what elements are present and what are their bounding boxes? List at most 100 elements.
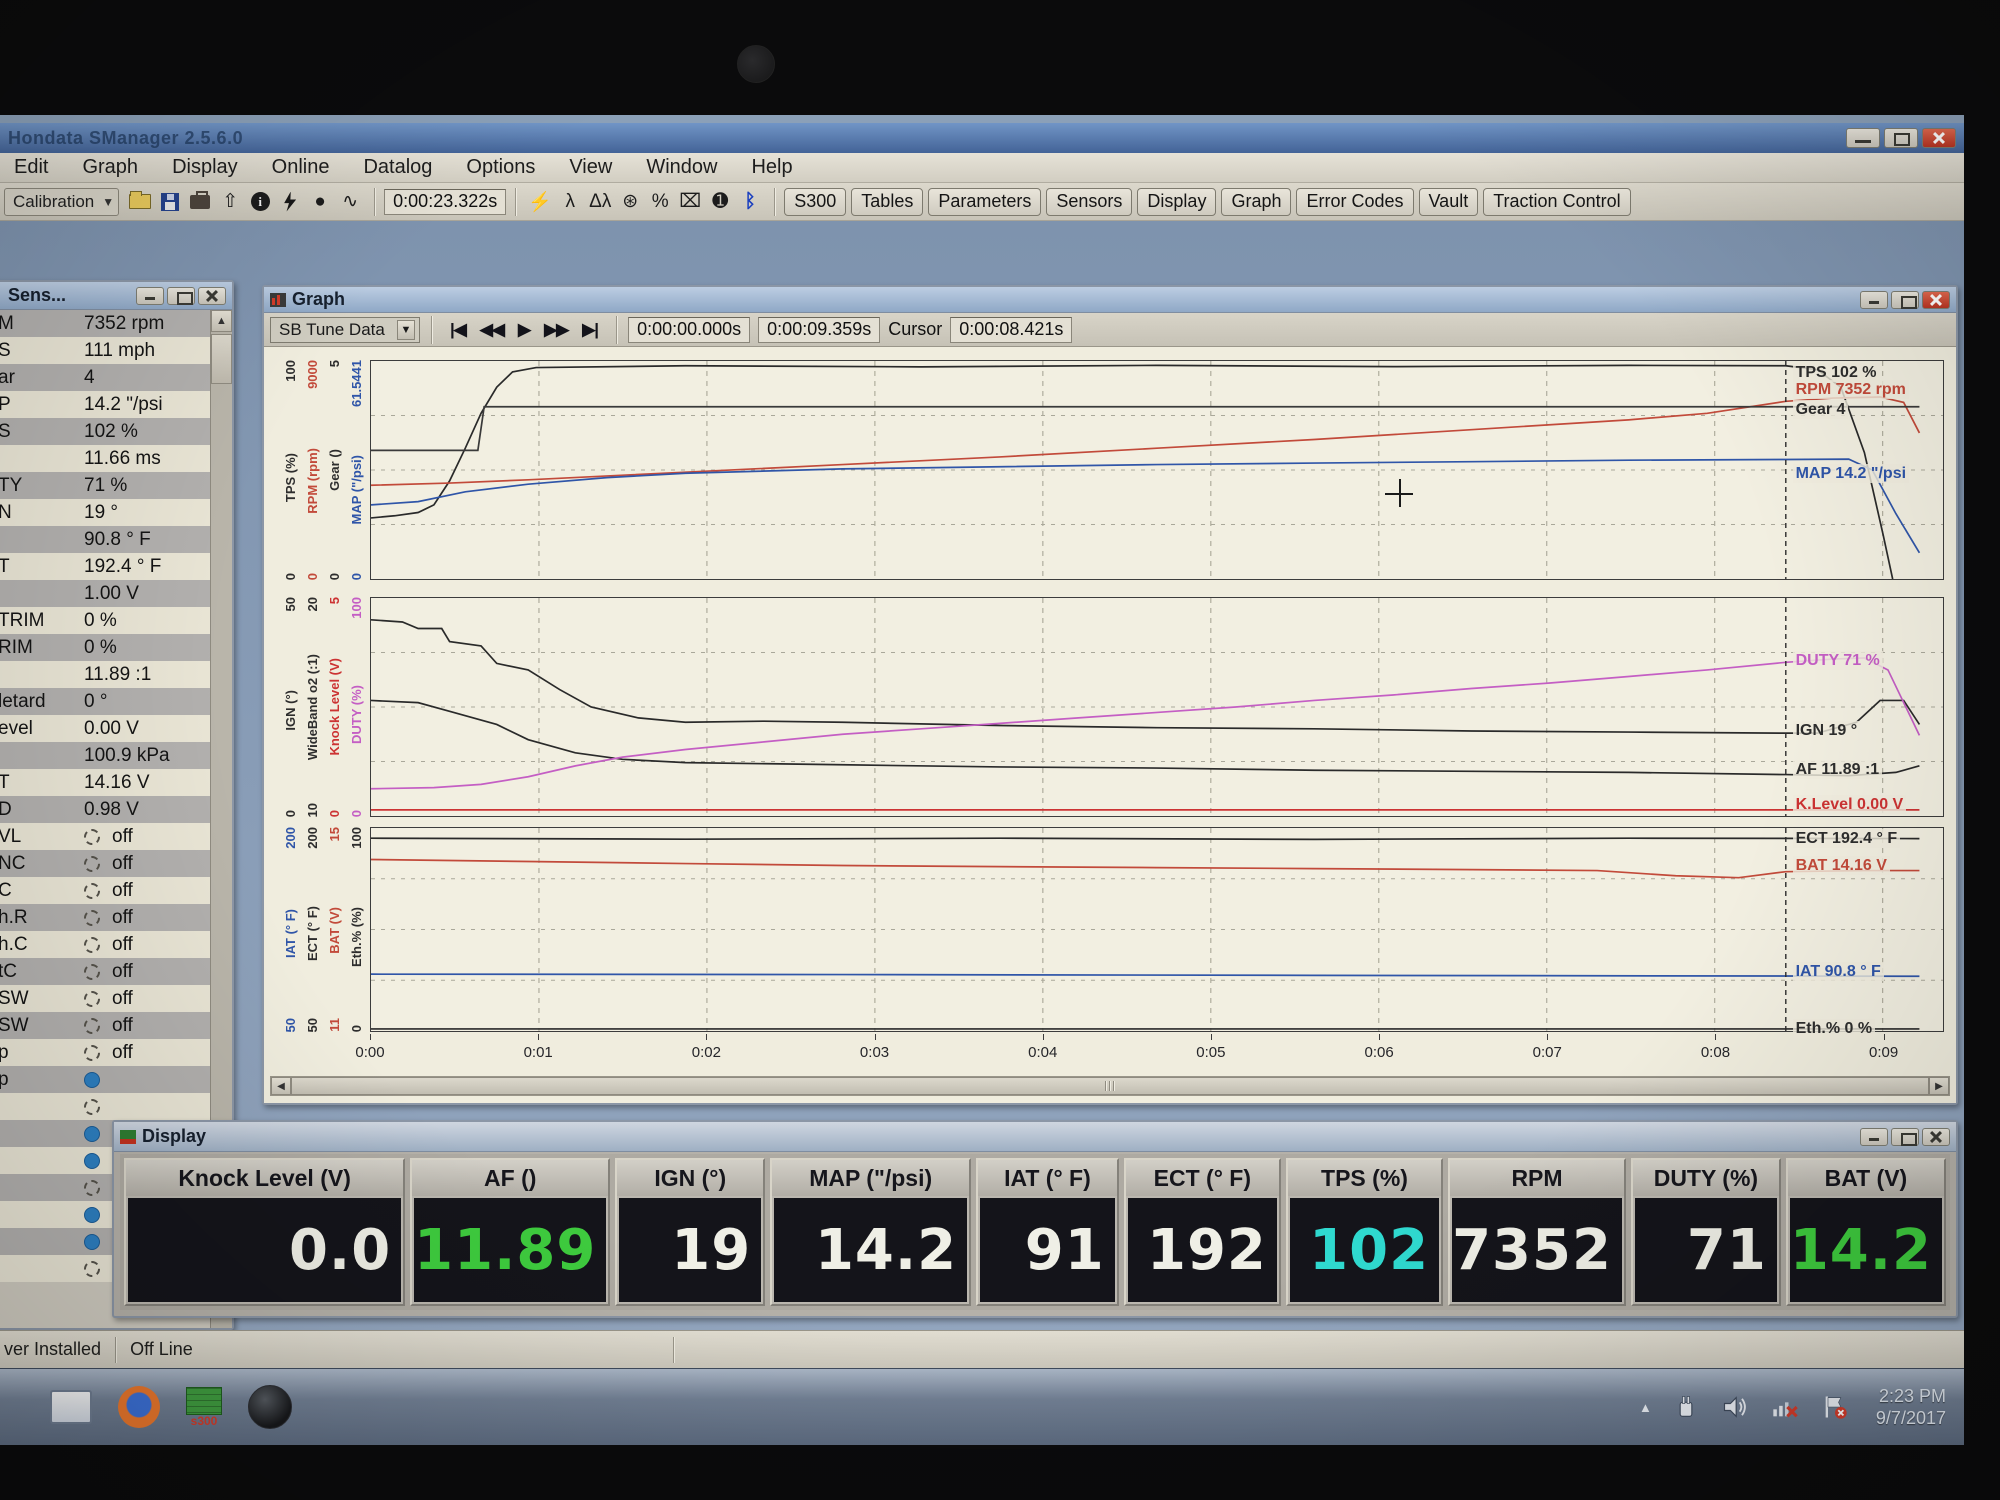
menu-item-graph[interactable]: Graph bbox=[82, 156, 138, 179]
graph-h-scrollbar[interactable]: ◀▶ bbox=[270, 1076, 1950, 1096]
series-bat bbox=[371, 859, 1919, 877]
upload-case-icon[interactable] bbox=[185, 188, 215, 216]
s300-app-icon[interactable]: s300 bbox=[186, 1387, 222, 1427]
orb-app-icon[interactable] bbox=[248, 1385, 292, 1429]
indicator-on-icon bbox=[84, 1207, 100, 1223]
gauge-icon[interactable]: ⊛ bbox=[615, 188, 645, 216]
trace-wave-icon[interactable]: ∿ bbox=[335, 188, 365, 216]
speaker-icon[interactable] bbox=[1720, 1393, 1750, 1421]
toolbar-button-tables[interactable]: Tables bbox=[851, 188, 923, 216]
menu-item-options[interactable]: Options bbox=[466, 156, 535, 179]
scrollbar-thumb[interactable] bbox=[211, 334, 232, 384]
calibration-dropdown[interactable]: Calibration ▼ bbox=[4, 188, 119, 216]
network-icon[interactable] bbox=[1770, 1393, 1800, 1421]
plot-2[interactable]: DUTY 71 %IGN 19 °AF 11.89 :1K.Level 0.00… bbox=[370, 597, 1944, 817]
menu-item-help[interactable]: Help bbox=[751, 156, 792, 179]
plot-1[interactable]: TPS 102 %RPM 7352 rpmGear 4MAP 14.2 "/ps… bbox=[370, 360, 1944, 580]
toolbar-button-sensors[interactable]: Sensors bbox=[1046, 188, 1132, 216]
delta-lambda-icon[interactable]: Δλ bbox=[585, 188, 615, 216]
graph-titlebar[interactable]: Graph bbox=[264, 287, 1956, 313]
upload-arrow-icon[interactable]: ⇧ bbox=[215, 188, 245, 216]
help-dot-icon[interactable]: ➊ bbox=[705, 188, 735, 216]
sensors-restore-button[interactable] bbox=[167, 287, 195, 305]
menu-item-edit[interactable]: Edit bbox=[14, 156, 48, 179]
display-minimize-button[interactable] bbox=[1860, 1128, 1888, 1146]
display-close-button[interactable] bbox=[1922, 1128, 1950, 1146]
fast-forward-button[interactable]: ▶▶ bbox=[537, 320, 575, 340]
info-icon[interactable]: i bbox=[245, 188, 275, 216]
tray-expand-icon[interactable]: ▲ bbox=[1639, 1400, 1652, 1415]
open-calibration-icon[interactable] bbox=[125, 188, 155, 216]
display-cell: RPM7352 bbox=[1448, 1158, 1626, 1306]
status-separator bbox=[673, 1337, 674, 1363]
sensors-minimize-button[interactable] bbox=[136, 287, 164, 305]
skip-start-button[interactable]: |◀ bbox=[443, 320, 473, 340]
toolbar-button-parameters[interactable]: Parameters bbox=[928, 188, 1041, 216]
sensors-titlebar[interactable]: Sens... bbox=[0, 282, 232, 310]
sensor-value: 0.98 V bbox=[84, 799, 139, 821]
app-minimize-button[interactable] bbox=[1846, 128, 1880, 148]
toolbar-button-display[interactable]: Display bbox=[1137, 188, 1216, 216]
power-plug-icon[interactable] bbox=[1672, 1393, 1700, 1421]
y-axis-duty: 100DUTY (%)0 bbox=[346, 597, 366, 817]
sensors-close-button[interactable] bbox=[198, 287, 226, 305]
bluetooth-icon[interactable]: ᛒ bbox=[735, 188, 765, 216]
dataset-selector[interactable]: SB Tune Data ▼ bbox=[270, 317, 420, 343]
graph-minimize-button[interactable] bbox=[1860, 291, 1888, 309]
play-button[interactable]: ▶ bbox=[511, 320, 537, 340]
toolbar-button-traction-control[interactable]: Traction Control bbox=[1483, 188, 1630, 216]
scroll-left-icon[interactable]: ◀ bbox=[271, 1077, 291, 1095]
display-cell-value: 71 bbox=[1635, 1198, 1777, 1302]
taskbar-clock[interactable]: 2:23 PM 9/7/2017 bbox=[1876, 1385, 1946, 1429]
indicator-off-icon bbox=[84, 1099, 100, 1115]
menu-item-display[interactable]: Display bbox=[172, 156, 238, 179]
display-restore-button[interactable] bbox=[1891, 1128, 1919, 1146]
plot-3[interactable]: ECT 192.4 ° FBAT 14.16 VIAT 90.8 ° FEth.… bbox=[370, 827, 1944, 1032]
menu-item-datalog[interactable]: Datalog bbox=[363, 156, 432, 179]
toolbar-button-vault[interactable]: Vault bbox=[1419, 188, 1479, 216]
sensor-row: S111 mph bbox=[0, 337, 210, 364]
datalog-bolt-icon[interactable]: ⚡ bbox=[525, 188, 555, 216]
display-cell-label: ECT (° F) bbox=[1126, 1160, 1279, 1196]
action-center-flag-icon[interactable] bbox=[1820, 1393, 1850, 1421]
toolbar-button-error-codes[interactable]: Error Codes bbox=[1296, 188, 1413, 216]
display-titlebar[interactable]: Display bbox=[114, 1122, 1956, 1152]
menu-item-window[interactable]: Window bbox=[646, 156, 717, 179]
rewind-button[interactable]: ◀◀ bbox=[473, 320, 511, 340]
display-cell-value: 102 bbox=[1290, 1198, 1439, 1302]
sensor-label: N bbox=[0, 502, 84, 524]
record-dot-icon[interactable]: ● bbox=[305, 188, 335, 216]
menu-item-view[interactable]: View bbox=[569, 156, 612, 179]
graph-close-button[interactable] bbox=[1922, 291, 1950, 309]
lambda-icon[interactable]: λ bbox=[555, 188, 585, 216]
display-cell-label: DUTY (%) bbox=[1633, 1160, 1779, 1196]
photo-background: Hondata SManager 2.5.6.0 EditGraphDispla… bbox=[0, 0, 2000, 1500]
taskbar-window-button[interactable] bbox=[50, 1390, 92, 1424]
graph-plot-area[interactable]: 100TPS (%)09000RPM (rpm)05Gear ()061.544… bbox=[264, 347, 1956, 1103]
display-window: Display Knock Level (V)0.0AF ()11.89IGN … bbox=[112, 1120, 1958, 1318]
y-axis-wideband: 20WideBand o2 (:1)10 bbox=[302, 597, 322, 817]
percent-icon[interactable]: % bbox=[645, 188, 675, 216]
scrollbar-thumb[interactable] bbox=[291, 1077, 1929, 1095]
firefox-icon[interactable] bbox=[118, 1386, 160, 1428]
clock-date: 9/7/2017 bbox=[1876, 1408, 1946, 1428]
scroll-up-icon[interactable]: ▲ bbox=[211, 310, 232, 332]
graph-restore-button[interactable] bbox=[1891, 291, 1919, 309]
app-close-button[interactable] bbox=[1922, 128, 1956, 148]
display-readouts: Knock Level (V)0.0AF ()11.89IGN (°)19MAP… bbox=[120, 1154, 1950, 1310]
toolbar-button-graph[interactable]: Graph bbox=[1221, 188, 1291, 216]
x-axis-label: 0:01 bbox=[524, 1044, 553, 1061]
power-bolt-icon[interactable] bbox=[275, 188, 305, 216]
menu-item-online[interactable]: Online bbox=[272, 156, 330, 179]
save-calibration-icon[interactable] bbox=[155, 188, 185, 216]
display-cell-label: MAP ("/psi) bbox=[772, 1160, 969, 1196]
table-cell-icon[interactable]: ⌧ bbox=[675, 188, 705, 216]
scroll-right-icon[interactable]: ▶ bbox=[1929, 1077, 1949, 1095]
skip-end-button[interactable]: ▶| bbox=[575, 320, 605, 340]
graph-window-icon bbox=[270, 293, 286, 307]
app-titlebar[interactable]: Hondata SManager 2.5.6.0 bbox=[0, 123, 1964, 153]
toolbar-button-s300[interactable]: S300 bbox=[784, 188, 846, 216]
display-cell-value: 192 bbox=[1128, 1198, 1277, 1302]
app-restore-button[interactable] bbox=[1884, 128, 1918, 148]
sensor-value: 71 % bbox=[84, 475, 127, 497]
